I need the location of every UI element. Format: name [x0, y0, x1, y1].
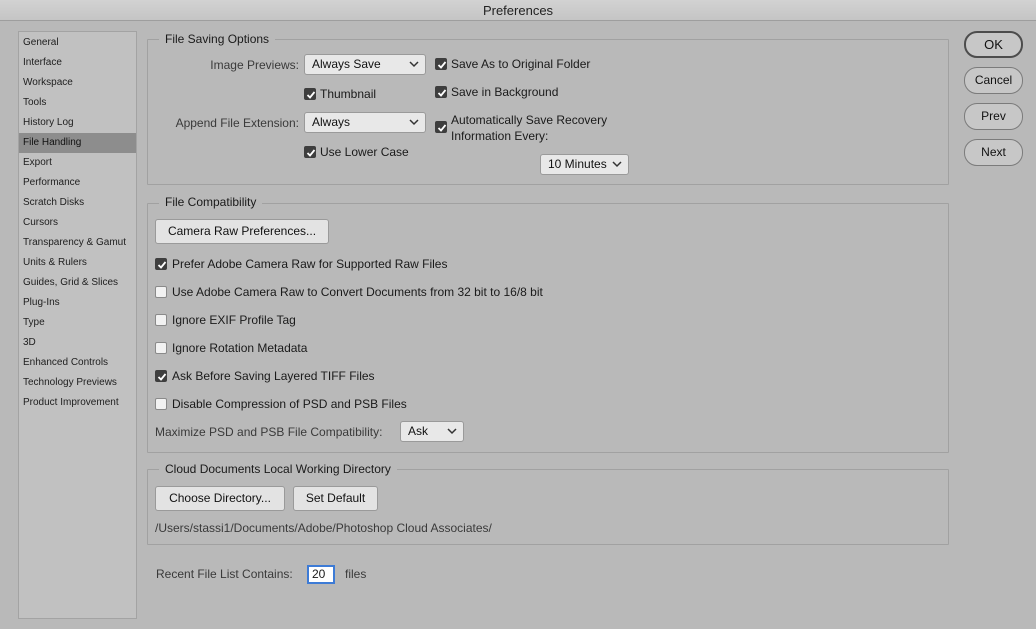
compat-option-checkbox[interactable] — [155, 398, 167, 410]
sidebar-item-guides-grid-slices[interactable]: Guides, Grid & Slices — [19, 273, 136, 293]
compat-option-label: Ignore Rotation Metadata — [172, 341, 308, 355]
recent-file-list-label: Recent File List Contains: — [156, 567, 293, 581]
cancel-button[interactable]: Cancel — [964, 67, 1023, 94]
sidebar-item-type[interactable]: Type — [19, 313, 136, 333]
compat-option-checkbox[interactable] — [155, 258, 167, 270]
thumbnail-checkbox[interactable] — [304, 88, 316, 100]
maximize-compat-label: Maximize PSD and PSB File Compatibility: — [155, 425, 383, 439]
compat-option-checkbox[interactable] — [155, 314, 167, 326]
window-title: Preferences — [0, 0, 1036, 21]
sidebar-item-export[interactable]: Export — [19, 153, 136, 173]
sidebar-item-transparency-gamut[interactable]: Transparency & Gamut — [19, 233, 136, 253]
choose-directory-button[interactable]: Choose Directory... — [155, 486, 285, 511]
set-default-button[interactable]: Set Default — [293, 486, 378, 511]
append-extension-value: Always — [312, 115, 351, 129]
recent-file-suffix: files — [345, 567, 367, 581]
sidebar-item-cursors[interactable]: Cursors — [19, 213, 136, 233]
checkmark-icon — [437, 89, 447, 97]
cloud-documents-title: Cloud Documents Local Working Directory — [159, 462, 397, 476]
preferences-sidebar: General Interface Workspace Tools History Lo… — [18, 31, 137, 619]
auto-save-interval-value: 10 Minutes — [548, 157, 607, 171]
compat-option-checkbox[interactable] — [155, 370, 167, 382]
sidebar-item-scratch-disks[interactable]: Scratch Disks — [19, 193, 136, 213]
sidebar-item-plug-ins[interactable]: Plug-Ins — [19, 293, 136, 313]
compat-option-label: Use Adobe Camera Raw to Convert Document… — [172, 285, 543, 299]
sidebar-item-units-rulers[interactable]: Units & Rulers — [19, 253, 136, 273]
file-saving-options-title: File Saving Options — [159, 32, 276, 46]
sidebar-item-performance[interactable]: Performance — [19, 173, 136, 193]
save-in-background-label: Save in Background — [451, 85, 559, 99]
checkmark-icon — [306, 91, 316, 99]
ok-button[interactable]: OK — [964, 31, 1023, 58]
compat-option-label: Ignore EXIF Profile Tag — [172, 313, 296, 327]
save-in-background-checkbox[interactable] — [435, 86, 447, 98]
sidebar-item-workspace[interactable]: Workspace — [19, 73, 136, 93]
auto-save-recovery-label-line1: Automatically Save Recovery — [451, 113, 608, 127]
sidebar-item-file-handling[interactable]: File Handling — [19, 133, 136, 153]
image-previews-value: Always Save — [312, 57, 381, 71]
checkmark-icon — [157, 373, 167, 381]
append-extension-select[interactable]: Always — [304, 112, 426, 133]
chevron-down-icon — [612, 161, 622, 168]
chevron-down-icon — [409, 119, 419, 126]
sidebar-item-interface[interactable]: Interface — [19, 53, 136, 73]
sidebar-item-general[interactable]: General — [19, 33, 136, 53]
sidebar-item-tools[interactable]: Tools — [19, 93, 136, 113]
cloud-directory-path: /Users/stassi1/Documents/Adobe/Photoshop… — [155, 521, 492, 535]
use-lower-case-checkbox[interactable] — [304, 146, 316, 158]
append-extension-label: Append File Extension: — [175, 116, 299, 130]
image-previews-label: Image Previews: — [210, 58, 299, 72]
compat-option-label: Disable Compression of PSD and PSB Files — [172, 397, 407, 411]
chevron-down-icon — [409, 61, 419, 68]
sidebar-item-history-log[interactable]: History Log — [19, 113, 136, 133]
image-previews-select[interactable]: Always Save — [304, 54, 426, 75]
auto-save-recovery-checkbox[interactable] — [435, 121, 447, 133]
auto-save-recovery-label-line2: Information Every: — [451, 129, 549, 143]
prev-button[interactable]: Prev — [964, 103, 1023, 130]
camera-raw-preferences-button[interactable]: Camera Raw Preferences... — [155, 219, 329, 244]
sidebar-item-technology-previews[interactable]: Technology Previews — [19, 373, 136, 393]
maximize-compat-select[interactable]: Ask — [400, 421, 464, 442]
compat-option-label: Prefer Adobe Camera Raw for Supported Ra… — [172, 257, 448, 271]
compat-option-checkbox[interactable] — [155, 342, 167, 354]
sidebar-item-enhanced-controls[interactable]: Enhanced Controls — [19, 353, 136, 373]
use-lower-case-label: Use Lower Case — [320, 145, 409, 159]
checkmark-icon — [437, 61, 447, 69]
sidebar-item-3d[interactable]: 3D — [19, 333, 136, 353]
save-original-folder-checkbox[interactable] — [435, 58, 447, 70]
next-button[interactable]: Next — [964, 139, 1023, 166]
maximize-compat-value: Ask — [408, 424, 429, 438]
thumbnail-label: Thumbnail — [320, 87, 377, 101]
file-compatibility-title: File Compatibility — [159, 195, 263, 209]
auto-save-interval-select[interactable]: 10 Minutes — [540, 154, 629, 175]
sidebar-item-product-improvement[interactable]: Product Improvement — [19, 393, 136, 413]
checkmark-icon — [157, 261, 167, 269]
chevron-down-icon — [447, 428, 457, 435]
compat-option-label: Ask Before Saving Layered TIFF Files — [172, 369, 375, 383]
checkmark-icon — [306, 149, 316, 157]
checkmark-icon — [437, 124, 447, 132]
recent-file-count-input[interactable]: 20 — [307, 565, 335, 584]
compat-option-checkbox[interactable] — [155, 286, 167, 298]
save-original-folder-label: Save As to Original Folder — [451, 57, 591, 71]
